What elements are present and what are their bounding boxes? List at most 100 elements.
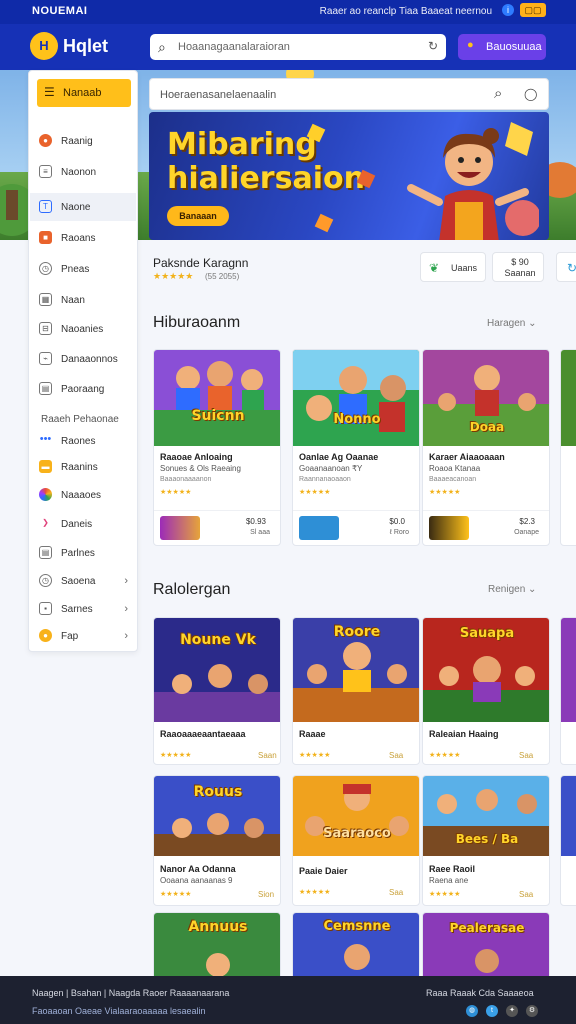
game-stars: ★★★★★: [299, 752, 331, 759]
promo-banner[interactable]: Mibaring hialiersaion Banaaan: [149, 112, 549, 240]
clock-icon: ◷: [39, 262, 52, 275]
game-art-title: Doaa: [469, 420, 505, 434]
pill-button-leaf[interactable]: ❦ Uaans: [420, 252, 486, 282]
app-icon[interactable]: [160, 516, 200, 540]
sidebar-item-label: Naonon: [61, 167, 97, 178]
sidebar-item-box[interactable]: ■ Raoans: [30, 224, 136, 252]
header-search-input[interactable]: ⌕ Hoaanagaanalaraioran ↻: [150, 34, 446, 60]
game-meta: Baaaonaaaanon: [160, 476, 212, 483]
game-card[interactable]: Sauapa Raleaian Haaing ★★★★★ Saa: [422, 617, 550, 765]
banner-character: [407, 122, 539, 240]
game-card[interactable]: Rouus Nanor Aa Odanna Ooaana aanaanas 9 …: [153, 775, 281, 906]
sidebar-item-grid[interactable]: ▦ Naan: [30, 286, 136, 314]
sidebar-item-arrow[interactable]: ❯ Daneis: [30, 510, 136, 538]
sidebar-item-coin[interactable]: ▬ Raanins: [30, 453, 136, 481]
app-icon[interactable]: [429, 516, 469, 540]
top-brand: NOUEMAI: [32, 5, 88, 17]
sidebar-item-palette[interactable]: Naaaoes: [30, 481, 136, 509]
game-price: Saa: [519, 751, 534, 760]
game-price-note: ℓ Roro: [389, 529, 409, 536]
game-art-title: Sauapa: [459, 626, 515, 641]
game-card[interactable]: Noune Vk Raaoaaaeaantaeaaa ★★★★★ Saan: [153, 617, 281, 765]
clock-icon: ◷: [39, 574, 52, 587]
game-art-title: Noune Vk: [180, 632, 256, 648]
game-stars: ★★★★★: [429, 489, 461, 496]
section-more-1[interactable]: Haragen ⌄: [487, 318, 537, 329]
game-info-title[interactable]: Paksnde Karagnn: [153, 256, 248, 270]
banner-cta-button[interactable]: Banaaan: [167, 206, 229, 226]
sidebar-item-folder[interactable]: ⊟ Naoanies: [30, 315, 136, 343]
game-card[interactable]: Saaraoco Paaie Daier ★★★★★ Saa: [292, 775, 420, 906]
sidebar-item-doc[interactable]: ▤ Paoraang: [30, 375, 136, 403]
content-search-placeholder: Hoeraenasanelaenaalin: [160, 89, 277, 101]
sidebar-item-label: Raanig: [61, 136, 93, 147]
palette-icon: [39, 488, 52, 501]
settings-icon[interactable]: ⚙: [526, 1005, 538, 1017]
chat-icon[interactable]: ◯: [524, 87, 537, 101]
logo-text[interactable]: Hqlet: [63, 36, 108, 57]
game-subtitle: Raena ane: [429, 876, 469, 885]
footer-links[interactable]: Naagen | Bsahan | Naagda Raoer Raaaanaar…: [32, 988, 229, 998]
header: H Hqlet ⌕ Hoaanagaanalaraioran ↻ ● Bauos…: [0, 24, 576, 70]
game-price-note: Sl aaa: [250, 529, 270, 536]
search-icon[interactable]: ⌕: [494, 85, 502, 102]
game-stars: ★★★★★: [160, 752, 192, 759]
box-icon: ■: [39, 231, 52, 244]
content-search-input[interactable]: Hoeraenasanelaenaalin ⌕ ◯: [149, 78, 549, 110]
sidebar-item-clock[interactable]: ◷ Pneas: [30, 255, 136, 283]
footer-note[interactable]: Faoaaoan Oaeae Vialaaraoaaaaa lesaealin: [32, 1006, 205, 1016]
game-card[interactable]: Annuus: [153, 912, 281, 982]
featured-card[interactable]: Doaa Karaer Aiaaoaaan Roaoa Ktanaa Baaae…: [422, 349, 550, 546]
game-card[interactable]: Roore Raaae ★★★★★ Saa: [292, 617, 420, 765]
game-art-title: Roore: [333, 624, 381, 640]
leaf-icon: ❦: [429, 261, 440, 275]
doc-icon: ▤: [39, 382, 52, 395]
card-footer: $0.0 ℓ Roro: [293, 510, 419, 544]
sidebar-item-label: Sarnes: [61, 604, 93, 615]
refresh-icon[interactable]: ↻: [428, 39, 438, 53]
logo-icon[interactable]: H: [30, 32, 58, 60]
footer-right-links[interactable]: Raaa Raaak Cda Saaaeoa: [426, 988, 534, 998]
game-card[interactable]: Cemsnne: [292, 912, 420, 982]
top-links[interactable]: Raaer ao reanclp Tiaa Baaeat neernou: [320, 6, 492, 17]
sidebar-item-dots[interactable]: ••• Raones: [30, 427, 136, 455]
pill-price-line1: $ 90: [511, 257, 529, 267]
banner-title: Mibaring hialiersaion: [167, 127, 365, 196]
sidebar-item-clock2[interactable]: ◷ Saoena ›: [30, 567, 136, 595]
sidebar-item-coin2[interactable]: ● Fap ›: [30, 622, 136, 650]
sidebar-item-label: Parlnes: [61, 548, 95, 559]
gem-decoration: [314, 213, 334, 233]
featured-card-partial[interactable]: [560, 349, 576, 546]
sidebar-item-box2[interactable]: ▪ Sarnes ›: [30, 595, 136, 623]
game-price: Saan: [258, 751, 277, 760]
pill-extra[interactable]: ↻: [556, 252, 576, 282]
game-art-title: Annuus: [188, 919, 248, 935]
game-art-title: Pealerasae: [449, 921, 525, 935]
app-icon[interactable]: [299, 516, 339, 540]
game-stars: ★★★★★: [160, 489, 192, 496]
featured-card[interactable]: Nonno Oanlae Ag Oaanae Goaanaanoan ₹Y Ra…: [292, 349, 420, 546]
sidebar-item-doc2[interactable]: ▤ Parlnes: [30, 539, 136, 567]
sidebar-item-home[interactable]: ● Raanig: [30, 127, 136, 155]
header-action-button[interactable]: ● Bauosuuaa: [458, 34, 546, 60]
top-badge[interactable]: ▢▢: [520, 3, 546, 17]
sidebar-item-tag[interactable]: T Naone: [30, 193, 136, 221]
game-card[interactable]: Bees / Ba Raee Raoil Raena ane ★★★★★ Saa: [422, 775, 550, 906]
section-more-2[interactable]: Renigen ⌄: [488, 584, 536, 595]
game-card-partial[interactable]: [560, 617, 576, 765]
featured-card[interactable]: Suicnn Raaoae Anloaing Sonues & Ols Raea…: [153, 349, 281, 546]
globe-icon[interactable]: ◍: [466, 1005, 478, 1017]
sidebar-section-title: Raaeh Pehaonae: [41, 414, 119, 425]
info-icon[interactable]: i: [502, 4, 514, 16]
game-card-partial[interactable]: [560, 775, 576, 906]
sidebar-item-chart[interactable]: ⌁ Danaaonnos: [30, 345, 136, 373]
home-icon: ●: [39, 134, 52, 147]
twitter-icon[interactable]: t: [486, 1005, 498, 1017]
sidebar-menu-button[interactable]: ☰ Nanaab: [37, 79, 131, 107]
game-card[interactable]: Pealerasae: [422, 912, 550, 982]
sidebar-item-list[interactable]: ≡ Naonon: [30, 158, 136, 186]
game-art-title: Cemsnne: [323, 919, 391, 934]
pill-price[interactable]: $ 90 Saanan: [492, 252, 544, 282]
game-name: Oanlae Ag Oaanae: [299, 452, 379, 462]
share-icon[interactable]: ✦: [506, 1005, 518, 1017]
